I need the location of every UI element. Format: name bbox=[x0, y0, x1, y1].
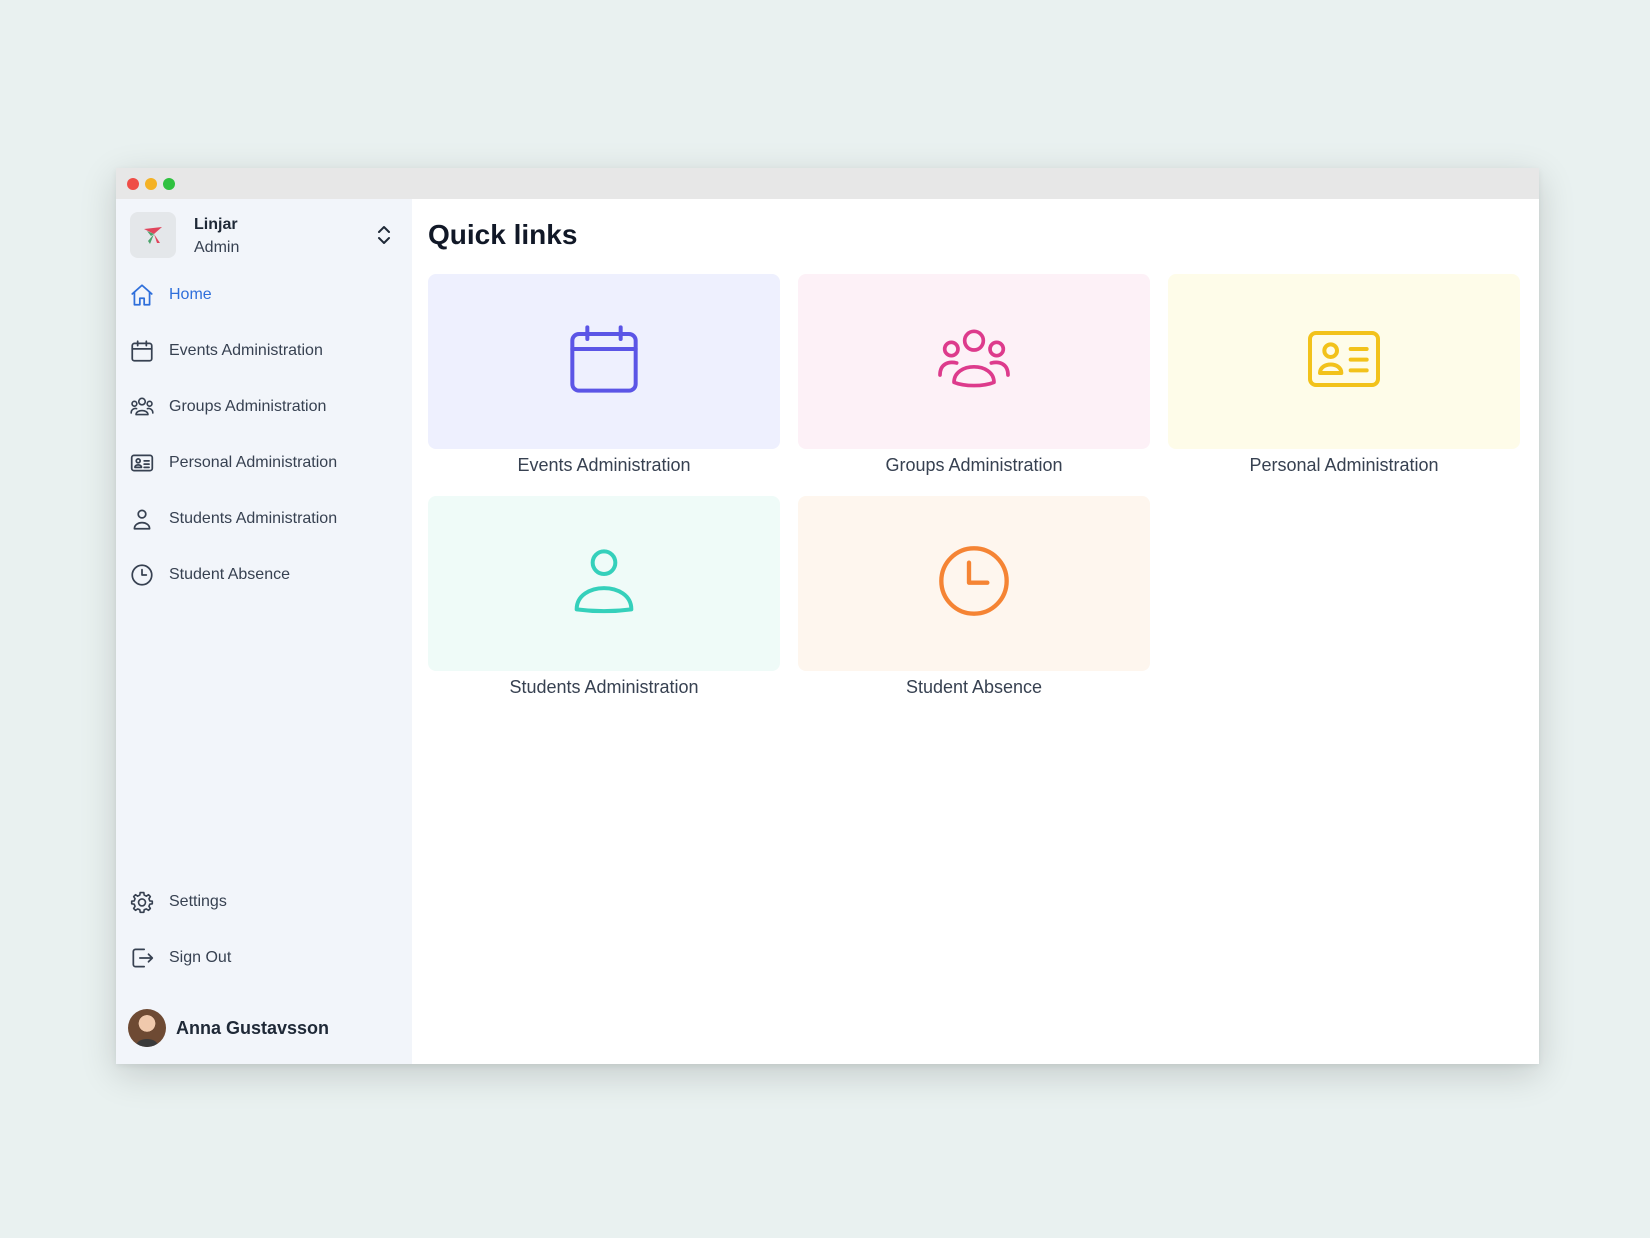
card-tile bbox=[428, 496, 780, 671]
org-switcher[interactable]: Linjar Admin bbox=[128, 210, 400, 258]
maximize-window-button[interactable] bbox=[163, 178, 175, 190]
user-group-icon bbox=[931, 319, 1017, 404]
home-icon bbox=[128, 281, 156, 309]
sidebar-item-label: Settings bbox=[169, 893, 227, 910]
sidebar-item-label: Groups Administration bbox=[169, 398, 327, 415]
card-tile bbox=[1168, 274, 1520, 449]
sidebar-item-label: Events Administration bbox=[169, 342, 323, 359]
quick-link-events[interactable]: Events Administration bbox=[428, 274, 780, 476]
sidebar-item-groups[interactable]: Groups Administration bbox=[128, 389, 400, 425]
sidebar-item-home[interactable]: Home bbox=[128, 277, 400, 313]
sidebar-item-students[interactable]: Students Administration bbox=[128, 501, 400, 537]
avatar bbox=[128, 1009, 166, 1047]
org-role: Admin bbox=[194, 239, 240, 256]
sidebar-item-label: Student Absence bbox=[169, 566, 290, 583]
sidebar-item-label: Personal Administration bbox=[169, 454, 338, 471]
minimize-window-button[interactable] bbox=[145, 178, 157, 190]
quick-link-personal[interactable]: Personal Administration bbox=[1168, 274, 1520, 476]
chevron-up-down-icon bbox=[376, 224, 392, 251]
page-title: Quick links bbox=[428, 219, 578, 250]
user-icon bbox=[564, 541, 644, 626]
sidebar-item-sign-out[interactable]: Sign Out bbox=[128, 940, 400, 976]
sidebar-item-student-absence[interactable]: Student Absence bbox=[128, 557, 400, 593]
card-label: Students Administration bbox=[509, 677, 699, 697]
clock-icon bbox=[934, 541, 1014, 626]
card-label: Events Administration bbox=[517, 455, 691, 475]
card-tile bbox=[798, 274, 1150, 449]
user-icon bbox=[128, 505, 156, 533]
org-name: Linjar bbox=[194, 216, 238, 233]
user-name: Anna Gustavsson bbox=[176, 1017, 330, 1038]
gear-icon bbox=[128, 888, 156, 916]
calendar-icon bbox=[128, 337, 156, 365]
quick-link-student-absence[interactable]: Student Absence bbox=[798, 496, 1150, 698]
card-label: Groups Administration bbox=[885, 455, 1063, 475]
sidebar-item-label: Sign Out bbox=[169, 949, 232, 966]
window-titlebar bbox=[116, 168, 1539, 199]
sidebar-item-label: Students Administration bbox=[169, 510, 338, 527]
calendar-icon bbox=[564, 319, 644, 404]
sign-out-icon bbox=[128, 944, 156, 972]
linjar-logo-icon bbox=[130, 212, 176, 258]
card-tile bbox=[428, 274, 780, 449]
sidebar-item-settings[interactable]: Settings bbox=[128, 884, 400, 920]
user-profile[interactable]: Anna Gustavsson bbox=[128, 1008, 329, 1048]
main-content: Quick links Events Administration Groups… bbox=[412, 199, 1539, 1064]
sidebar-item-events[interactable]: Events Administration bbox=[128, 333, 400, 369]
id-card-icon bbox=[128, 449, 156, 477]
quick-link-students[interactable]: Students Administration bbox=[428, 496, 780, 698]
id-card-icon bbox=[1301, 319, 1387, 404]
quick-link-groups[interactable]: Groups Administration bbox=[798, 274, 1150, 476]
sidebar-item-label: Home bbox=[169, 286, 212, 303]
sidebar: Linjar Admin Home Events Administration … bbox=[116, 199, 412, 1064]
app-window: Linjar Admin Home Events Administration … bbox=[116, 168, 1539, 1064]
sidebar-item-personal[interactable]: Personal Administration bbox=[128, 445, 400, 481]
card-label: Personal Administration bbox=[1249, 455, 1439, 475]
close-window-button[interactable] bbox=[127, 178, 139, 190]
user-group-icon bbox=[128, 393, 156, 421]
card-tile bbox=[798, 496, 1150, 671]
clock-icon bbox=[128, 561, 156, 589]
card-label: Student Absence bbox=[905, 677, 1043, 697]
